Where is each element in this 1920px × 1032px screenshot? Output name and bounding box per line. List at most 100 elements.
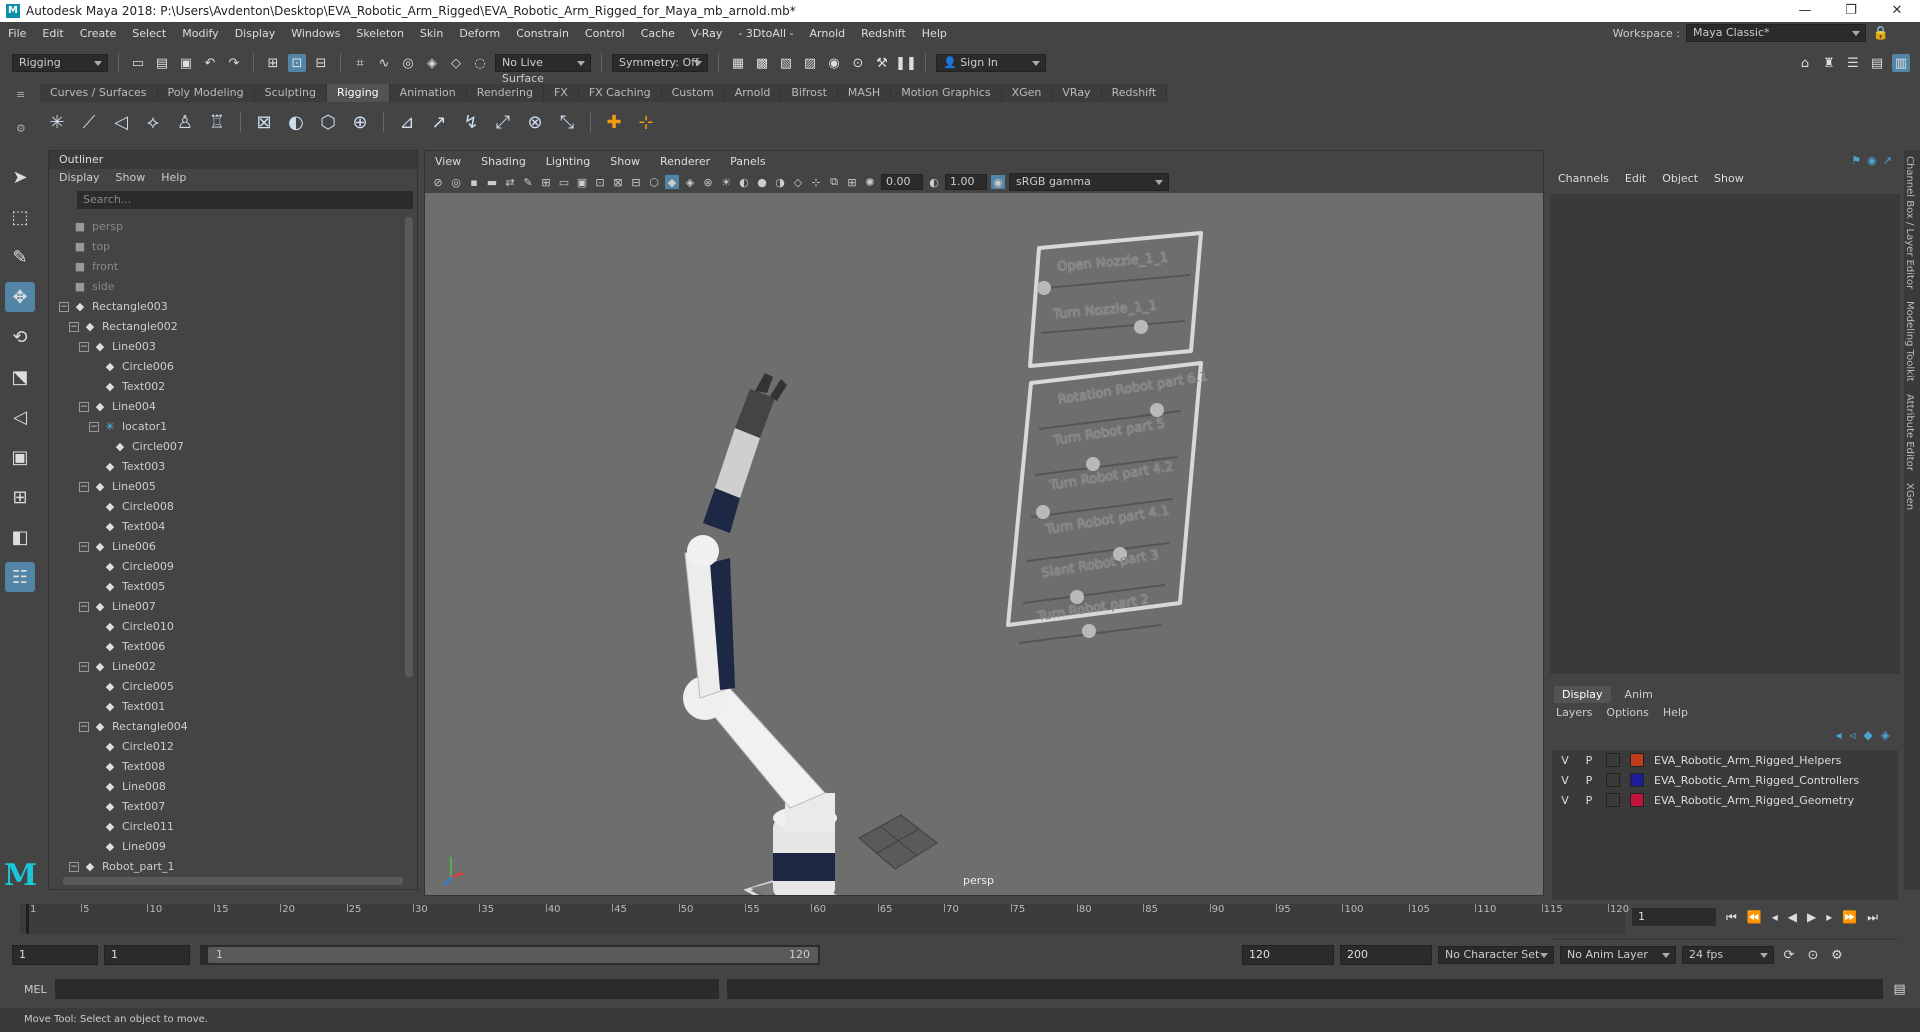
- close-button[interactable]: ✕: [1874, 0, 1920, 22]
- expand-toggle-icon[interactable]: −: [79, 402, 89, 412]
- outliner-node[interactable]: − ◆ Robot_part_1: [49, 857, 405, 873]
- layer-color-swatch[interactable]: [1630, 753, 1644, 767]
- expand-toggle-icon[interactable]: −: [59, 302, 69, 312]
- display-layer-row[interactable]: V P EVA_Robotic_Arm_Rigged_Controllers: [1552, 770, 1898, 790]
- shelf-options-icon[interactable]: ⚙: [16, 122, 26, 135]
- shelf-tab-rigging[interactable]: Rigging: [326, 84, 390, 102]
- snap-view-icon[interactable]: ◈: [423, 54, 441, 72]
- snap-live-icon[interactable]: ◌: [471, 54, 489, 72]
- arnold-tools-icon[interactable]: ⚒: [873, 54, 891, 72]
- shelf-tab-motion-graphics[interactable]: Motion Graphics: [891, 84, 1002, 102]
- menu-edit[interactable]: Edit: [34, 27, 71, 40]
- outliner-node[interactable]: − ◆ Line002: [49, 657, 405, 677]
- expand-toggle-icon[interactable]: −: [79, 542, 89, 552]
- layer-type-toggle[interactable]: [1606, 793, 1620, 807]
- menu-redshift[interactable]: Redshift: [853, 27, 914, 40]
- cluster-icon[interactable]: ◐: [283, 109, 309, 135]
- layer-visibility-toggle[interactable]: V: [1558, 754, 1572, 767]
- expand-toggle-icon[interactable]: −: [79, 722, 89, 732]
- display-layer-row[interactable]: V P EVA_Robotic_Arm_Rigged_Helpers: [1552, 750, 1898, 770]
- expand-toggle-icon[interactable]: −: [69, 322, 79, 332]
- lock-icon[interactable]: 🔒: [1872, 24, 1890, 42]
- shelf-tab-animation[interactable]: Animation: [389, 84, 467, 102]
- bookmark-icon[interactable]: ▪: [467, 175, 481, 189]
- anim-layer-dropdown[interactable]: No Anim Layer: [1560, 946, 1676, 964]
- select-camera-icon[interactable]: ⊘: [431, 175, 445, 189]
- robot-arm-model[interactable]: [683, 373, 853, 924]
- shelf-tab-fx[interactable]: FX: [543, 84, 579, 102]
- shelf-tab-redshift[interactable]: Redshift: [1101, 84, 1168, 102]
- display-layer-row[interactable]: V P EVA_Robotic_Arm_Rigged_Geometry: [1552, 790, 1898, 810]
- layer-visibility-toggle[interactable]: V: [1558, 774, 1572, 787]
- last-tool-icon[interactable]: ◁: [5, 402, 35, 432]
- 2d-pan-icon[interactable]: ⇄: [503, 175, 517, 189]
- side-tab-channel-box-layer-editor[interactable]: Channel Box / Layer Editor: [1904, 150, 1915, 295]
- character-controls-icon[interactable]: ♜: [1820, 54, 1838, 72]
- open-scene-icon[interactable]: ▤: [153, 54, 171, 72]
- menu-help[interactable]: Help: [914, 27, 955, 40]
- layer-menu-options[interactable]: Options: [1606, 706, 1648, 719]
- xray-active-icon[interactable]: ⊞: [845, 175, 859, 189]
- outliner-node[interactable]: ◆ Text004: [49, 517, 405, 537]
- outliner-node[interactable]: − ◆ Rectangle004: [49, 717, 405, 737]
- motion-blur-icon[interactable]: ◑: [773, 175, 787, 189]
- shelf-tab-mash[interactable]: MASH: [837, 84, 892, 102]
- outliner-node[interactable]: ◆ Line009: [49, 837, 405, 857]
- menu-arnold[interactable]: Arnold: [802, 27, 854, 40]
- four-view-icon[interactable]: ⊞: [5, 482, 35, 512]
- anim-prefs-icon[interactable]: ⚙: [1828, 946, 1846, 964]
- shelf-tab-vray[interactable]: VRay: [1052, 84, 1102, 102]
- anti-alias-icon[interactable]: ◇: [791, 175, 805, 189]
- outliner-node[interactable]: ◆ Circle007: [49, 437, 405, 457]
- workspace-dropdown[interactable]: Maya Classic*: [1686, 24, 1866, 42]
- outliner-node[interactable]: − ◆ Rectangle003: [49, 297, 405, 317]
- outliner-node[interactable]: − ◆ Line003: [49, 337, 405, 357]
- shelf-tab-custom[interactable]: Custom: [661, 84, 725, 102]
- layer-menu-layers[interactable]: Layers: [1556, 706, 1592, 719]
- exposure-icon[interactable]: ✺: [863, 175, 877, 189]
- rotate-tool-icon[interactable]: ⟲: [5, 322, 35, 352]
- gamma-field[interactable]: 1.00: [945, 174, 987, 190]
- film-gate-icon[interactable]: ▭: [557, 175, 571, 189]
- playback-start-field[interactable]: 1: [104, 945, 190, 965]
- outliner-node[interactable]: ◆ Text008: [49, 757, 405, 777]
- gamma-icon[interactable]: ◐: [927, 175, 941, 189]
- shelf-tab-bifrost[interactable]: Bifrost: [781, 84, 838, 102]
- expand-toggle-icon[interactable]: −: [79, 662, 89, 672]
- ipr-render-icon[interactable]: ▧: [777, 54, 795, 72]
- wireframe-icon[interactable]: ⬡: [647, 175, 661, 189]
- time-slider-bar[interactable]: 1 5 10 15 20 25 30 35 40 45 50 55 60 65 70 75 80 85 90 95 10…: [20, 904, 1629, 934]
- range-slider-track[interactable]: 1 120: [200, 945, 820, 965]
- pause-icon[interactable]: ❚❚: [895, 54, 917, 72]
- aim-constraint-icon[interactable]: ↗: [426, 109, 452, 135]
- menu-display[interactable]: Display: [227, 27, 284, 40]
- snap-curve-icon[interactable]: ∿: [375, 54, 393, 72]
- select-object-icon[interactable]: ⊡: [288, 54, 306, 72]
- select-tool-icon[interactable]: ➤: [5, 162, 35, 192]
- paint-select-icon[interactable]: ✎: [5, 242, 35, 272]
- script-editor-icon[interactable]: ▤: [1891, 980, 1909, 998]
- channel-filter-icon[interactable]: ⚑: [1851, 154, 1861, 167]
- redo-icon[interactable]: ↷: [225, 54, 243, 72]
- outliner-node[interactable]: − ◆ Line004: [49, 397, 405, 417]
- maximize-button[interactable]: ❐: [1828, 0, 1874, 22]
- playback-end-field[interactable]: 120: [1242, 945, 1334, 965]
- side-tab-modeling-toolkit[interactable]: Modeling Toolkit: [1904, 295, 1915, 388]
- grid-icon[interactable]: ⊞: [539, 175, 553, 189]
- outliner-node[interactable]: − ◆ Rectangle002: [49, 317, 405, 337]
- layer-color-swatch[interactable]: [1630, 793, 1644, 807]
- go-to-end-icon[interactable]: ⏭: [1867, 910, 1878, 925]
- step-back-key-icon[interactable]: ⏪: [1747, 910, 1762, 925]
- menu-cache[interactable]: Cache: [633, 27, 683, 40]
- viewport-menu-show[interactable]: Show: [600, 155, 650, 168]
- snap-surface-icon[interactable]: ◇: [447, 54, 465, 72]
- viewport-menu-shading[interactable]: Shading: [471, 155, 536, 168]
- outliner-node[interactable]: ◆ Circle005: [49, 677, 405, 697]
- mirror-joint-icon[interactable]: ⟡: [140, 109, 166, 135]
- current-time-indicator[interactable]: [26, 904, 29, 934]
- viewport-menu-panels[interactable]: Panels: [720, 155, 775, 168]
- expand-toggle-icon[interactable]: −: [79, 482, 89, 492]
- viewport-menu-view[interactable]: View: [425, 155, 471, 168]
- outliner-node[interactable]: ■ front: [49, 257, 405, 277]
- channel-menu-show[interactable]: Show: [1714, 164, 1744, 194]
